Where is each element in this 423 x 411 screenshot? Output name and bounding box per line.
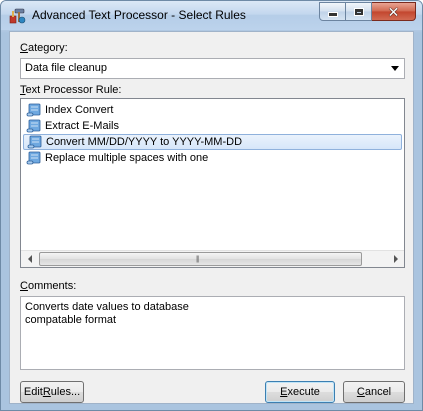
list-item[interactable]: Index Convert (23, 102, 402, 118)
maximize-button[interactable] (346, 2, 372, 21)
category-select-value: Data file cleanup (25, 62, 107, 74)
rule-scroll-icon (26, 151, 41, 165)
dialog-client-area: Category: Data file cleanup Text Process… (9, 31, 414, 404)
comments-label: Comments: (20, 280, 77, 292)
rule-label: Text Processor Rule: (20, 84, 122, 96)
rule-scroll-icon (27, 135, 42, 149)
list-item-label: Extract E-Mails (45, 120, 119, 132)
close-button[interactable]: ✕ (372, 2, 416, 21)
minimize-button[interactable] (319, 2, 346, 21)
horizontal-scrollbar[interactable]: ||| (21, 250, 404, 267)
cancel-button[interactable]: Cancel (343, 381, 405, 403)
maximize-icon (353, 7, 364, 16)
chevron-down-icon[interactable] (391, 66, 399, 71)
category-label: Category: (20, 42, 68, 54)
comments-textarea[interactable]: Converts date values to database compata… (20, 296, 405, 370)
category-select[interactable]: Data file cleanup (20, 58, 405, 79)
app-hammer-icon (9, 8, 26, 24)
list-item-label: Convert MM/DD/YYYY to YYYY-MM-DD (46, 136, 243, 148)
scroll-right-button[interactable] (387, 251, 404, 267)
dialog-window: Advanced Text Processor - Select Rules ✕… (0, 0, 423, 411)
caption-buttons: ✕ (319, 2, 416, 22)
arrow-right-icon (393, 255, 398, 263)
list-item[interactable]: Replace multiple spaces with one (23, 150, 402, 166)
edit-rules-button[interactable]: Edit Rules... (20, 381, 84, 403)
window-title: Advanced Text Processor - Select Rules (32, 8, 246, 22)
close-icon: ✕ (387, 3, 400, 20)
list-item[interactable]: Extract E-Mails (23, 118, 402, 134)
rule-scroll-icon (26, 103, 41, 117)
title-bar[interactable]: Advanced Text Processor - Select Rules ✕ (1, 1, 422, 30)
grip-icon: ||| (196, 256, 200, 263)
rule-list[interactable]: Index Convert Extract E-Mails Convert MM… (20, 98, 405, 268)
arrow-left-icon (27, 255, 32, 263)
list-item-label: Replace multiple spaces with one (45, 152, 209, 164)
scroll-thumb[interactable]: ||| (39, 252, 362, 266)
minimize-icon (327, 12, 338, 17)
execute-button[interactable]: Execute (265, 381, 335, 403)
scroll-left-button[interactable] (21, 251, 38, 267)
list-item-selected[interactable]: Convert MM/DD/YYYY to YYYY-MM-DD (23, 134, 402, 150)
rule-scroll-icon (26, 119, 41, 133)
list-item-label: Index Convert (45, 104, 114, 116)
